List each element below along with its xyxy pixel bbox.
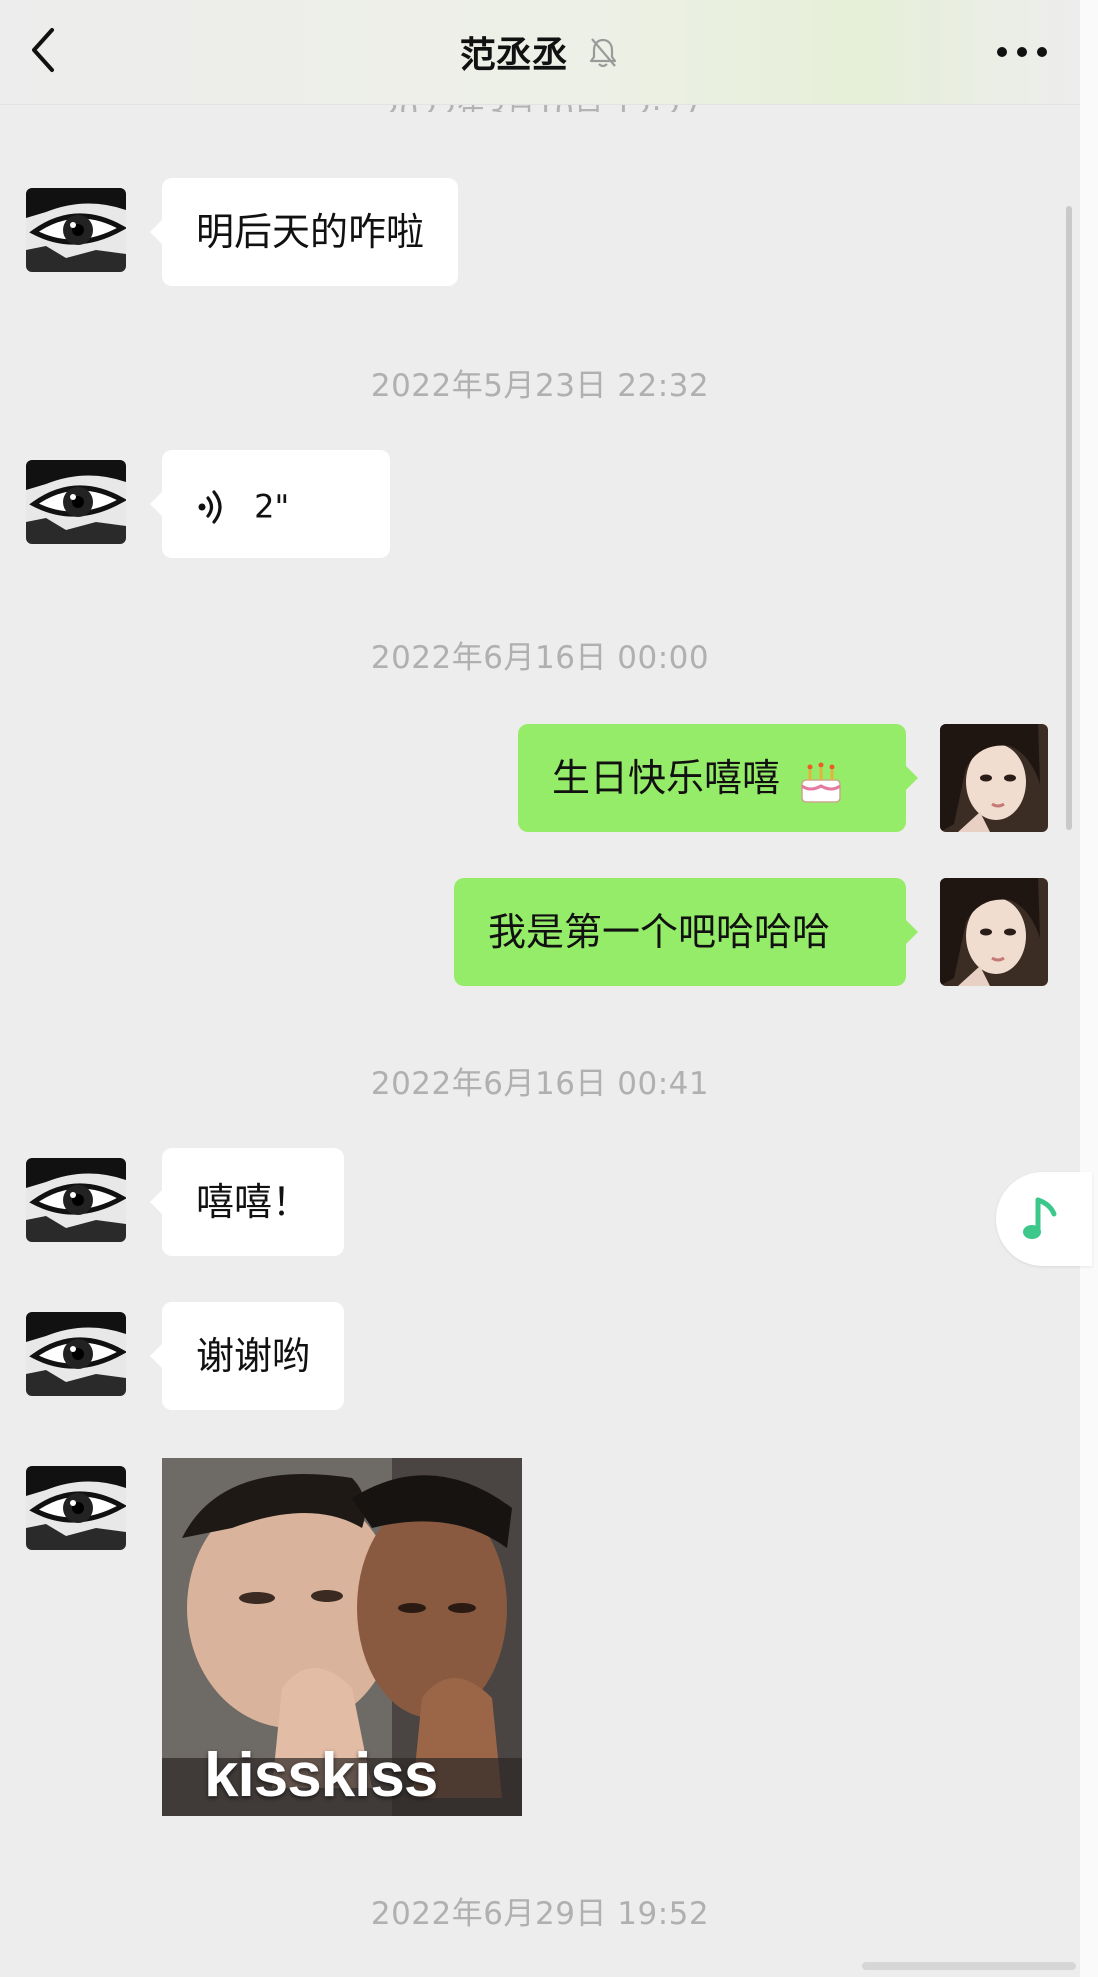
- chat-title-area: 范丞丞: [0, 26, 1080, 78]
- eye-avatar-image: [26, 1158, 126, 1242]
- scrollbar[interactable]: [1066, 206, 1072, 830]
- screen-edge: [1080, 0, 1098, 1977]
- chat-screen: 范丞丞 2022年3月10日 12:27: [0, 0, 1080, 1977]
- voice-icon: [198, 489, 222, 524]
- message-bubble-outgoing[interactable]: 我是第一个吧哈哈哈: [454, 878, 918, 986]
- home-indicator: [862, 1962, 1076, 1970]
- voice-message-bubble[interactable]: 2": [150, 450, 390, 558]
- user-photo-avatar: [940, 878, 1048, 986]
- eye-avatar-image: [26, 1466, 126, 1550]
- sticker-caption: kisskiss: [204, 1741, 438, 1810]
- voice-duration: 2": [254, 487, 290, 526]
- contact-avatar[interactable]: [26, 1158, 126, 1242]
- timestamp: 2022年6月29日 19:52: [370, 1896, 710, 1932]
- message-bubble-outgoing[interactable]: 生日快乐嘻嘻: [518, 724, 918, 832]
- birthday-cake-icon: [801, 762, 842, 803]
- message-bubble-incoming[interactable]: 嘻嘻！: [149, 1148, 345, 1256]
- message-text: 明后天的咋啦: [196, 210, 425, 254]
- message-text: 谢谢哟: [196, 1334, 311, 1378]
- timestamp: 2022年5月23日 22:32: [370, 368, 710, 404]
- contact-avatar[interactable]: [26, 1312, 126, 1396]
- message-text: 生日快乐嘻嘻: [552, 756, 781, 800]
- bell-off-icon: [590, 38, 617, 68]
- contact-avatar[interactable]: [26, 460, 126, 544]
- message-text: 嘻嘻！: [196, 1180, 311, 1224]
- message-text: 我是第一个吧哈哈哈: [488, 910, 831, 954]
- more-button[interactable]: [990, 32, 1054, 72]
- more-dots-icon: [997, 47, 1047, 57]
- user-photo-avatar: [940, 724, 1048, 832]
- eye-avatar-image: [26, 1312, 126, 1396]
- contact-avatar[interactable]: [26, 1466, 126, 1550]
- eye-avatar-image: [26, 460, 126, 544]
- eye-avatar-image: [26, 188, 126, 272]
- my-avatar[interactable]: [940, 724, 1048, 832]
- contact-avatar[interactable]: [26, 188, 126, 272]
- chat-title: 范丞丞: [459, 35, 568, 76]
- music-note-icon: [1023, 1197, 1057, 1239]
- my-avatar[interactable]: [940, 878, 1048, 986]
- floating-music-button[interactable]: [996, 1172, 1092, 1266]
- message-bubble-incoming[interactable]: 谢谢哟: [149, 1302, 345, 1410]
- message-bubble-incoming[interactable]: 明后天的咋啦: [149, 178, 459, 286]
- chat-header: 范丞丞: [0, 0, 1080, 105]
- timestamp: 2022年6月16日 00:00: [370, 640, 710, 676]
- sticker-message[interactable]: kisskiss: [162, 1458, 522, 1816]
- timestamp: 2022年6月16日 00:41: [370, 1066, 710, 1102]
